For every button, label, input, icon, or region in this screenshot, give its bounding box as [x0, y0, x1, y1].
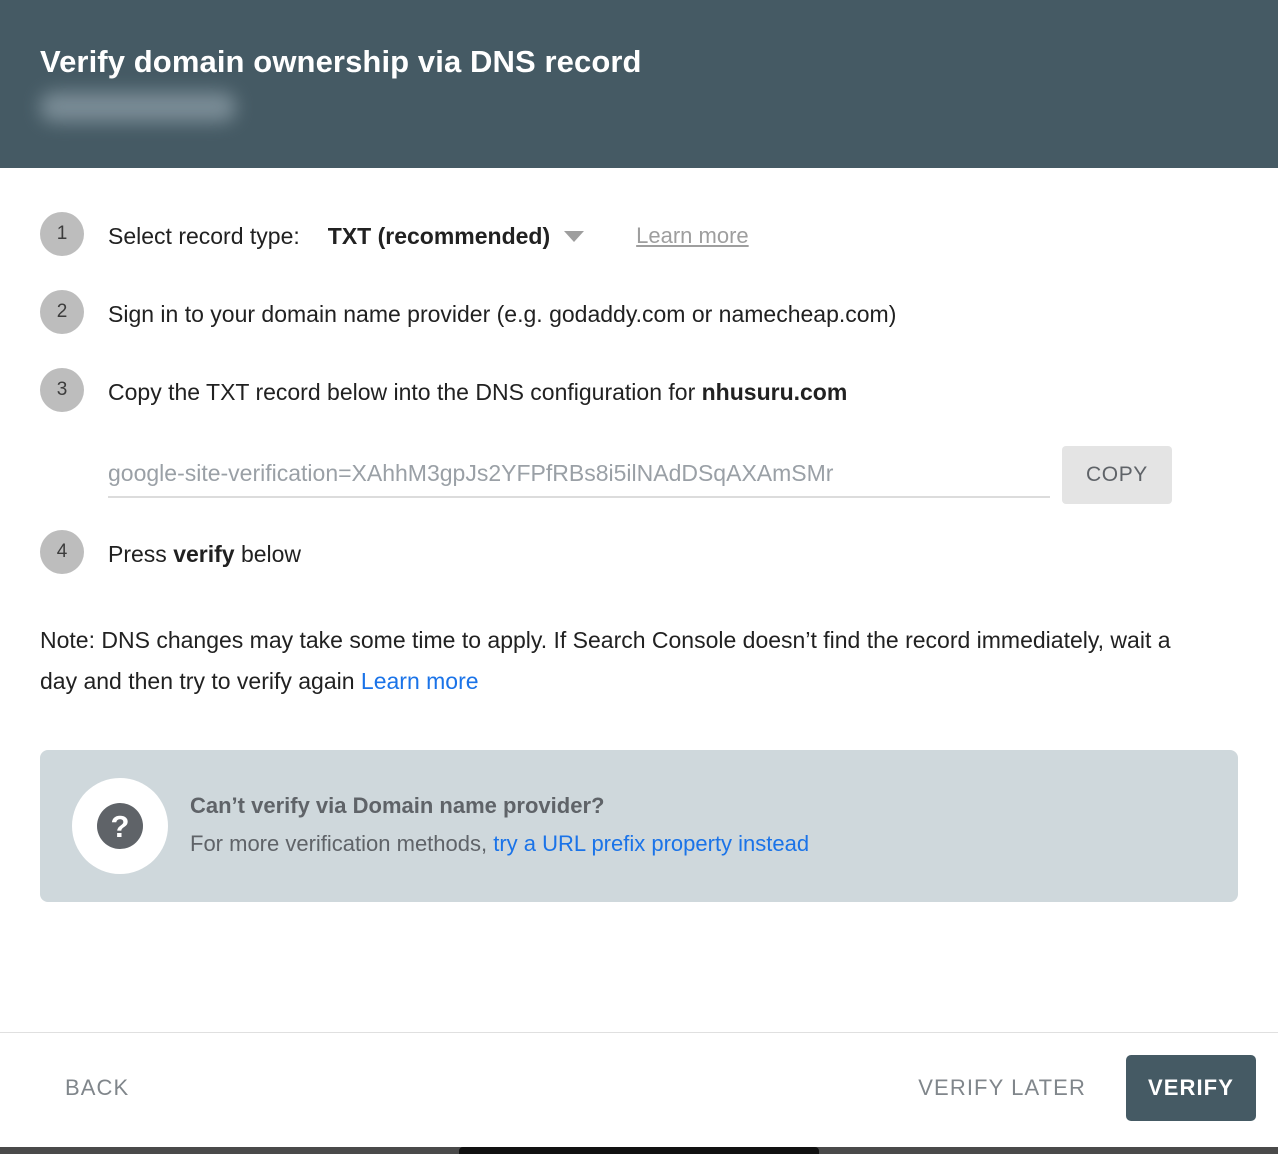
step-4-text-suffix: below: [234, 541, 302, 567]
txt-record-input[interactable]: [108, 460, 1050, 487]
home-indicator: [0, 1147, 1278, 1154]
verify-later-button[interactable]: VERIFY LATER: [908, 1063, 1096, 1113]
back-button[interactable]: BACK: [55, 1063, 139, 1113]
txt-record-row: COPY: [40, 446, 1238, 504]
dialog-footer: BACK VERIFY LATER VERIFY: [0, 1032, 1278, 1142]
record-type-select[interactable]: TXT (recommended): [328, 214, 550, 258]
step-1-row: 1 Select record type: TXT (recommended) …: [40, 212, 1238, 258]
chevron-down-icon[interactable]: [564, 230, 585, 242]
step-2-row: 2 Sign in to your domain name provider (…: [40, 290, 1238, 336]
step-2-badge: 2: [40, 290, 84, 334]
header-subtitle-redacted: [40, 92, 236, 122]
step-4-badge: 4: [40, 530, 84, 574]
step-4-text-prefix: Press: [108, 541, 174, 567]
help-panel: ? Can’t verify via Domain name provider?…: [40, 750, 1238, 902]
verify-button[interactable]: VERIFY: [1125, 1054, 1256, 1121]
dialog-body: 1 Select record type: TXT (recommended) …: [0, 212, 1278, 902]
dialog-header: Verify domain ownership via DNS record: [0, 0, 1278, 168]
step-3-text: Copy the TXT record below into the DNS c…: [108, 370, 847, 414]
txt-record-input-wrap[interactable]: [108, 460, 1050, 498]
step-2-text: Sign in to your domain name provider (e.…: [108, 301, 897, 327]
learn-more-link-note[interactable]: Learn more: [361, 668, 479, 694]
step-3-text-prefix: Copy the TXT record below into the DNS c…: [108, 379, 702, 405]
question-mark-icon: ?: [72, 778, 168, 874]
record-type-row: Select record type: TXT (recommended) Le…: [108, 214, 749, 258]
page-title: Verify domain ownership via DNS record: [40, 44, 642, 79]
step-1-badge: 1: [40, 212, 84, 256]
step-3-row: 3 Copy the TXT record below into the DNS…: [40, 368, 1238, 414]
help-text-block: Can’t verify via Domain name provider? F…: [190, 787, 809, 865]
step-3-badge: 3: [40, 368, 84, 412]
help-panel-subtitle-prefix: For more verification methods,: [190, 831, 494, 856]
step-3-domain: nhusuru.com: [701, 379, 848, 405]
step-4-text: Press verify below: [108, 532, 301, 576]
step-4-emphasis: verify: [173, 541, 235, 567]
step-4-row: 4 Press verify below: [40, 530, 1238, 576]
record-type-label: Select record type:: [108, 223, 300, 249]
url-prefix-property-link[interactable]: try a URL prefix property instead: [493, 831, 809, 856]
help-panel-subtitle: For more verification methods, try a URL…: [190, 825, 809, 863]
copy-button[interactable]: COPY: [1062, 446, 1172, 504]
learn-more-link-record-type[interactable]: Learn more: [636, 214, 749, 258]
dns-note: Note: DNS changes may take some time to …: [40, 620, 1190, 702]
dns-note-text: Note: DNS changes may take some time to …: [40, 627, 1171, 694]
help-panel-title: Can’t verify via Domain name provider?: [190, 793, 605, 818]
